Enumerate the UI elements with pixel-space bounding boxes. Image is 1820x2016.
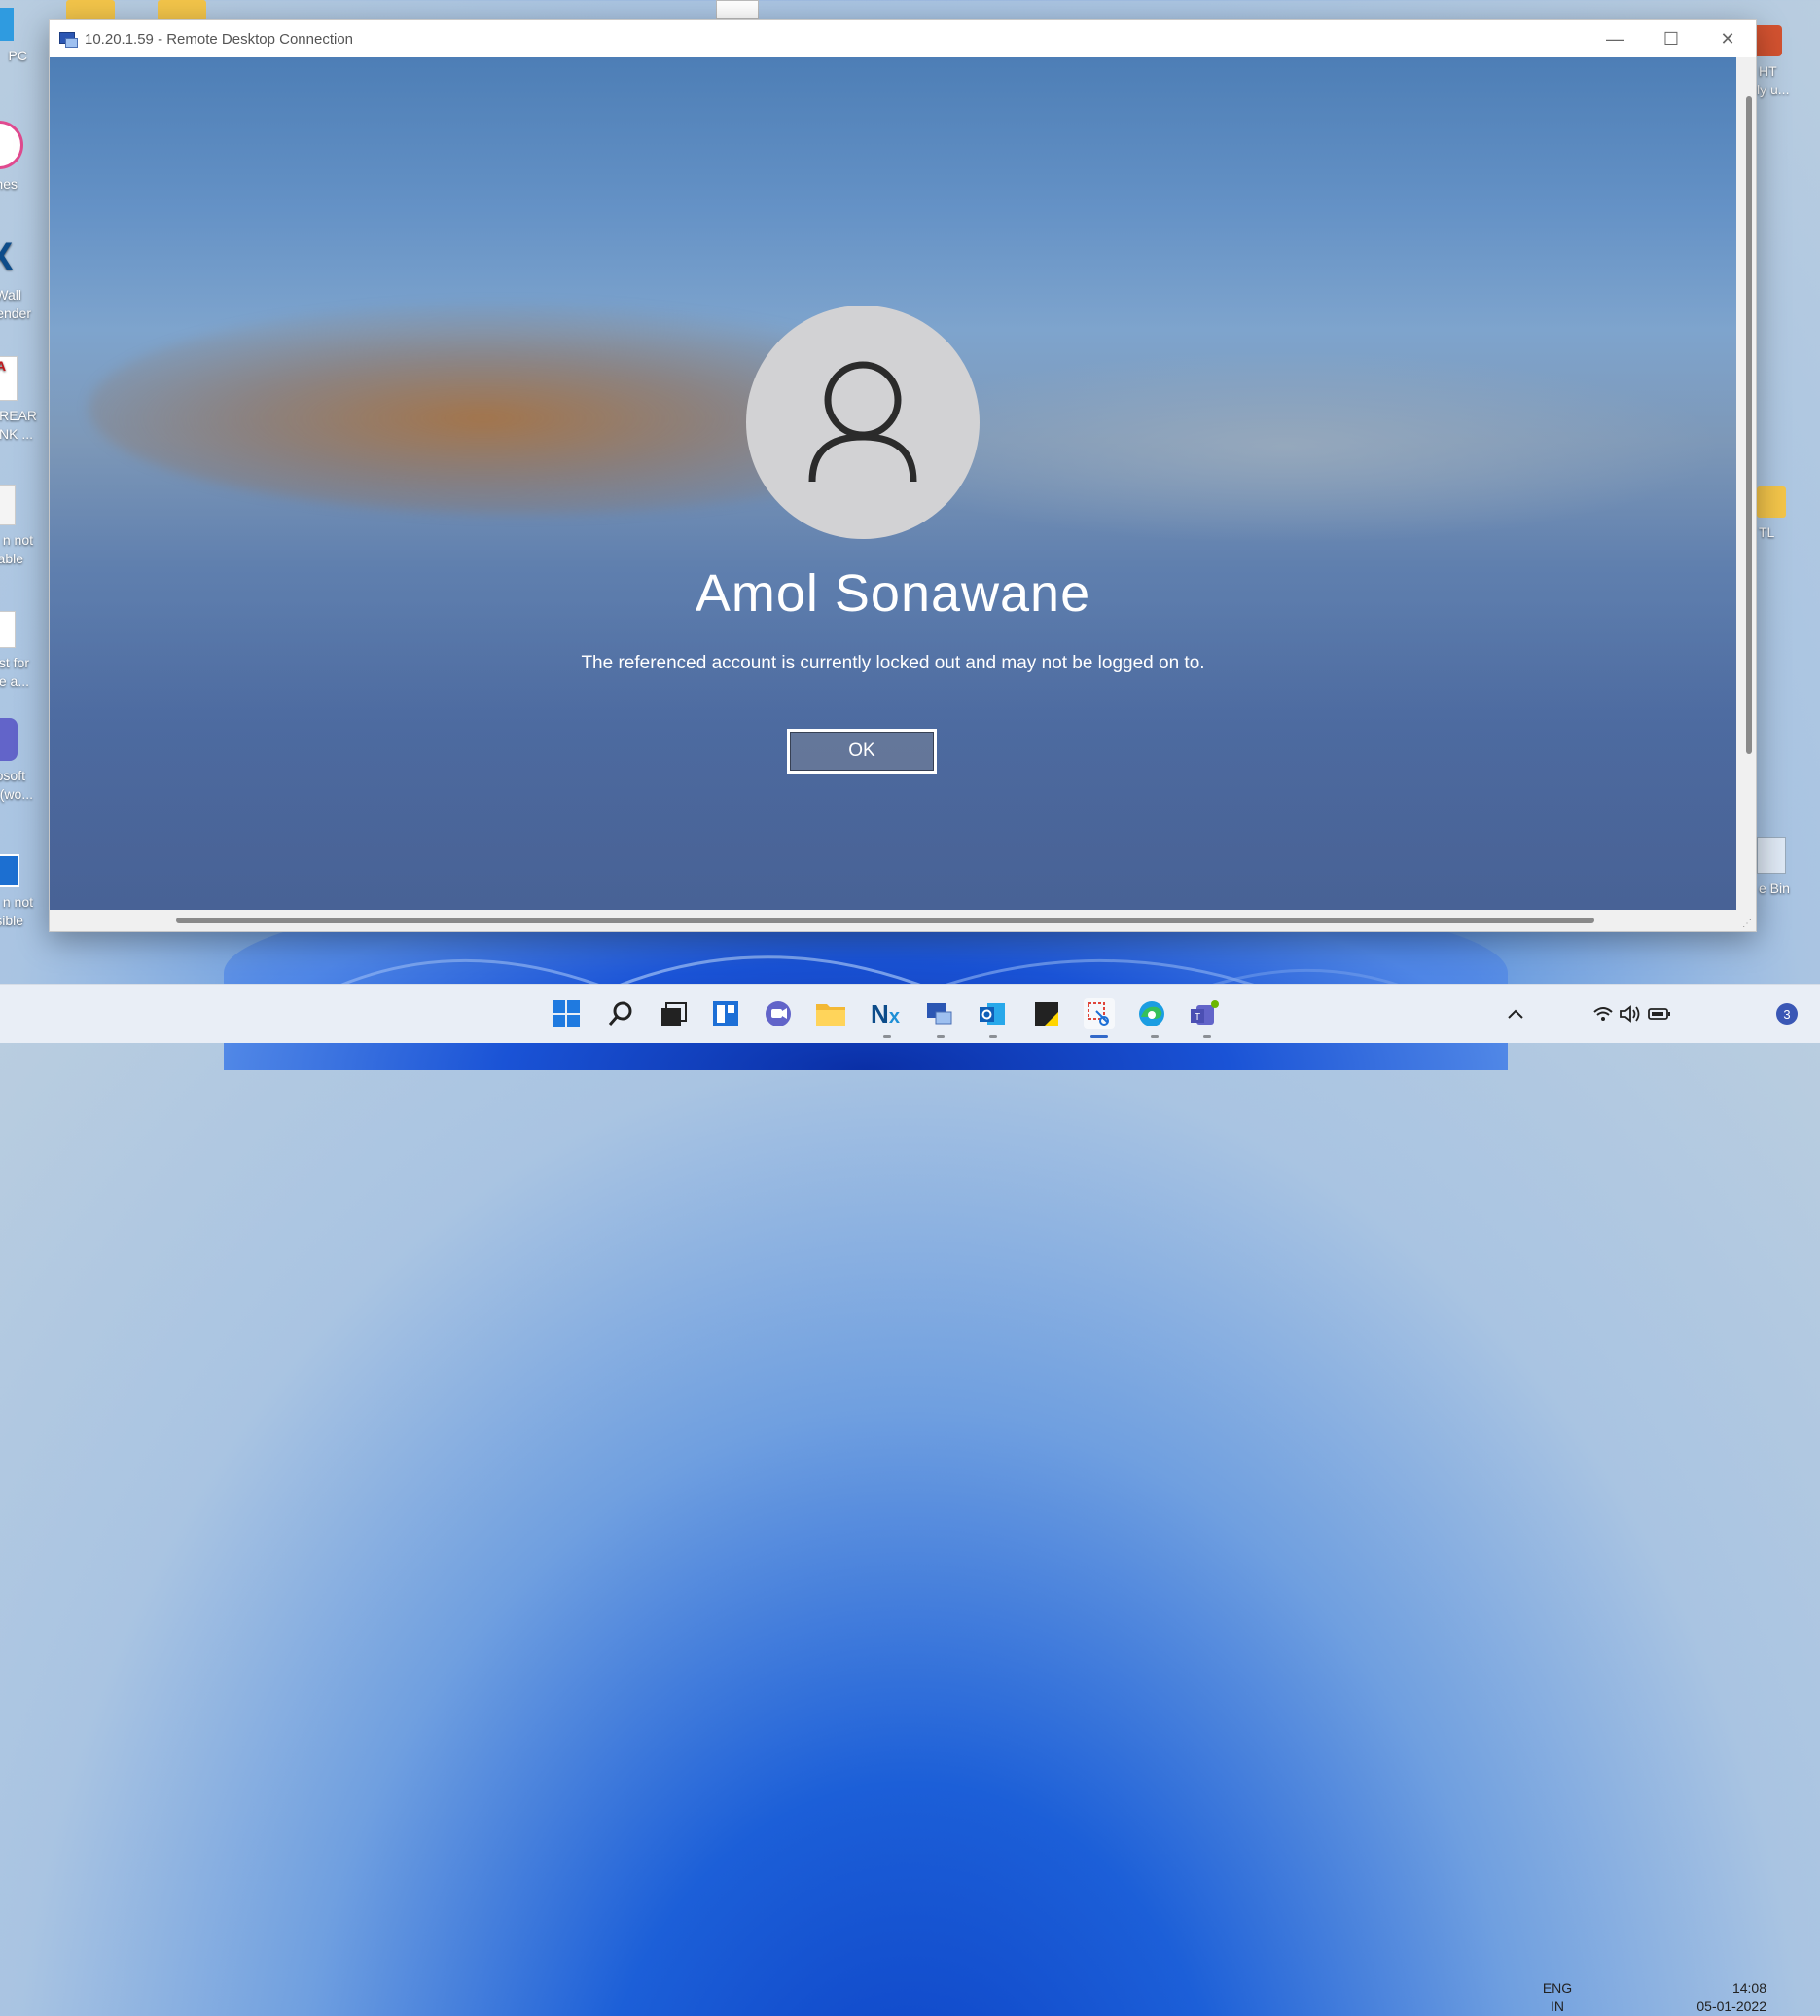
notification-badge[interactable]: 3 (1776, 1003, 1798, 1025)
widgets-icon[interactable] (710, 998, 741, 1029)
resize-grip-icon[interactable]: ⋰ (1742, 918, 1752, 929)
outlook-icon[interactable] (977, 998, 1008, 1029)
desktop-icon-file-not-available[interactable]: n not able (0, 485, 37, 568)
file-explorer-icon[interactable] (815, 998, 846, 1029)
document-icon (0, 485, 16, 525)
desktop-icon-file-not-accessible[interactable]: n not sible (0, 854, 37, 930)
desktop-icon-microsoft-teams[interactable]: osoft (wo... (0, 718, 37, 804)
vertical-scrollbar[interactable] (1746, 96, 1752, 754)
nx-icon[interactable]: Nx (870, 998, 901, 1029)
document-icon (0, 611, 16, 648)
desktop-folder-icon[interactable] (158, 0, 206, 21)
account-locked-message: The referenced account is currently lock… (581, 653, 1205, 673)
user-name: Amol Sonawane (695, 564, 1091, 623)
horizontal-scrollbar-thumb[interactable] (176, 918, 1594, 923)
volume-icon[interactable] (1615, 998, 1646, 1029)
desktop-icon-pdf[interactable]: A REAR ANK ... (0, 356, 37, 444)
window-titlebar[interactable]: 10.20.1.59 - Remote Desktop Connection —… (50, 20, 1756, 57)
user-icon (808, 361, 917, 483)
window-title: 10.20.1.59 - Remote Desktop Connection (85, 30, 353, 48)
desktop-document-icon[interactable] (716, 0, 759, 19)
svg-text:T: T (1195, 1012, 1200, 1023)
language-indicator[interactable]: ENG IN (1537, 1979, 1578, 2016)
desktop-icon-this-pc[interactable]: PC (0, 8, 37, 65)
sticky-notes-icon[interactable] (1031, 998, 1062, 1029)
desktop-icon-itunes[interactable]: nes (0, 121, 37, 194)
snipping-tool-icon[interactable] (1084, 998, 1115, 1029)
horizontal-scrollbar-track[interactable]: ⋰ (50, 910, 1756, 931)
user-avatar (746, 306, 980, 539)
remote-desktop-icon[interactable] (924, 998, 955, 1029)
folder-icon (1757, 486, 1786, 518)
remote-desktop-window[interactable]: 10.20.1.59 - Remote Desktop Connection —… (49, 19, 1757, 932)
battery-icon[interactable] (1644, 998, 1675, 1029)
start-icon[interactable] (551, 998, 582, 1029)
search-icon[interactable] (605, 998, 636, 1029)
clock[interactable]: 14:08 05-01-2022 (1683, 1979, 1770, 2016)
desktop-icon-text-file[interactable]: st for te a... (0, 611, 37, 691)
remote-desktop-icon (59, 30, 78, 48)
chevron-up-icon[interactable] (1500, 998, 1531, 1029)
minimize-button[interactable]: — (1587, 20, 1643, 57)
pdf-icon: A (0, 356, 18, 401)
task-view-icon[interactable] (658, 998, 689, 1029)
teams-icon[interactable]: T (1189, 998, 1220, 1029)
monitor-icon (0, 8, 14, 41)
maximize-button[interactable]: ☐ (1643, 20, 1699, 57)
remote-lock-screen: Amol Sonawane The referenced account is … (50, 57, 1736, 910)
ok-button[interactable]: OK (787, 729, 937, 774)
edge-icon[interactable] (1136, 998, 1167, 1029)
close-button[interactable]: ✕ (1699, 20, 1756, 57)
recycle-bin-icon (1757, 837, 1786, 874)
teams-icon (0, 718, 18, 761)
app-window-icon (0, 854, 19, 887)
taskbar: Nx T ENG IN 14:08 05-01-2022 (0, 984, 1820, 2014)
chat-icon[interactable] (763, 998, 794, 1029)
desktop-icon-nx[interactable]: X Wall ender (0, 234, 37, 323)
music-icon (0, 121, 23, 169)
nx-icon: X (0, 234, 21, 280)
desktop-folder-icon[interactable] (66, 0, 115, 21)
